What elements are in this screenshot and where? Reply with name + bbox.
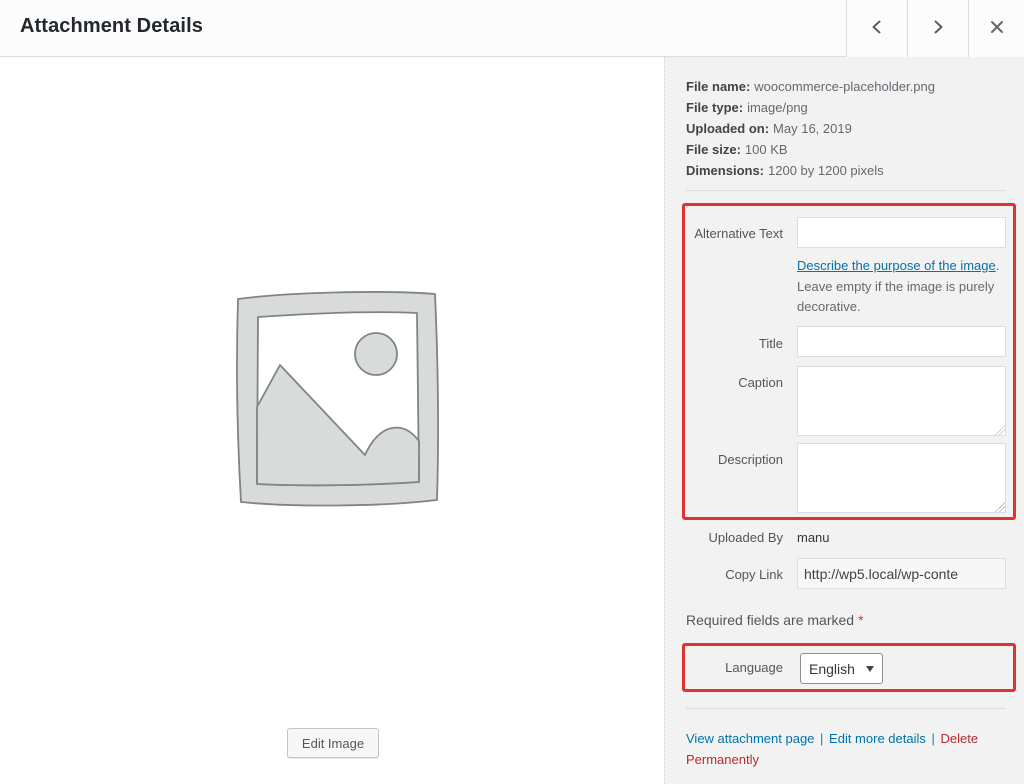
alt-text-help: Describe the purpose of the image. Leave… (797, 256, 1004, 318)
description-textarea[interactable] (797, 443, 1006, 513)
attachment-details-modal: Attachment Details Edit Ima (0, 0, 1024, 784)
file-type-row: File type:image/png (686, 97, 1016, 118)
title-input[interactable] (797, 326, 1006, 357)
caption-textarea[interactable] (797, 366, 1006, 436)
file-size-row: File size:100 KB (686, 139, 1016, 160)
view-attachment-page-link[interactable]: View attachment page (686, 731, 814, 746)
previous-attachment-button[interactable] (846, 0, 907, 57)
modal-title: Attachment Details (20, 15, 203, 38)
chevron-right-icon (930, 19, 946, 38)
image-placeholder-icon (228, 283, 446, 512)
divider (686, 708, 1006, 709)
language-selected-value: English (809, 661, 855, 677)
next-attachment-button[interactable] (907, 0, 968, 57)
language-label: Language (686, 660, 783, 675)
alt-text-input[interactable] (797, 217, 1006, 248)
required-asterisk: * (858, 612, 863, 628)
attachment-preview-pane: Edit Image (0, 57, 665, 784)
file-details: File name:woocommerce-placeholder.png Fi… (686, 76, 1016, 181)
close-modal-button[interactable] (968, 0, 1024, 57)
link-separator: | (818, 731, 825, 746)
select-caret-icon (866, 666, 874, 672)
divider (686, 190, 1006, 191)
describe-purpose-link[interactable]: Describe the purpose of the image (797, 258, 996, 273)
edit-more-details-link[interactable]: Edit more details (829, 731, 926, 746)
modal-header: Attachment Details (0, 0, 1024, 57)
required-fields-note: Required fields are marked* (686, 612, 864, 628)
file-name-row: File name:woocommerce-placeholder.png (686, 76, 1016, 97)
edit-image-button[interactable]: Edit Image (287, 728, 379, 758)
copy-link-label: Copy Link (686, 567, 783, 582)
title-label: Title (686, 336, 783, 351)
attachment-details-sidebar: File name:woocommerce-placeholder.png Fi… (665, 57, 1024, 784)
language-select[interactable]: English (800, 653, 883, 684)
uploaded-by-label: Uploaded By (686, 530, 783, 545)
attachment-preview-image (228, 283, 446, 512)
footer-links: View attachment page | Edit more details… (686, 728, 986, 770)
uploaded-by-value: manu (797, 530, 830, 545)
description-label: Description (686, 452, 783, 467)
alt-text-label: Alternative Text (686, 226, 783, 241)
uploaded-on-row: Uploaded on:May 16, 2019 (686, 118, 1016, 139)
copy-link-input[interactable] (797, 558, 1006, 589)
dimensions-row: Dimensions:1200 by 1200 pixels (686, 160, 1016, 181)
link-separator: | (930, 731, 937, 746)
chevron-left-icon (869, 19, 885, 38)
caption-label: Caption (686, 375, 783, 390)
close-icon (989, 19, 1005, 38)
